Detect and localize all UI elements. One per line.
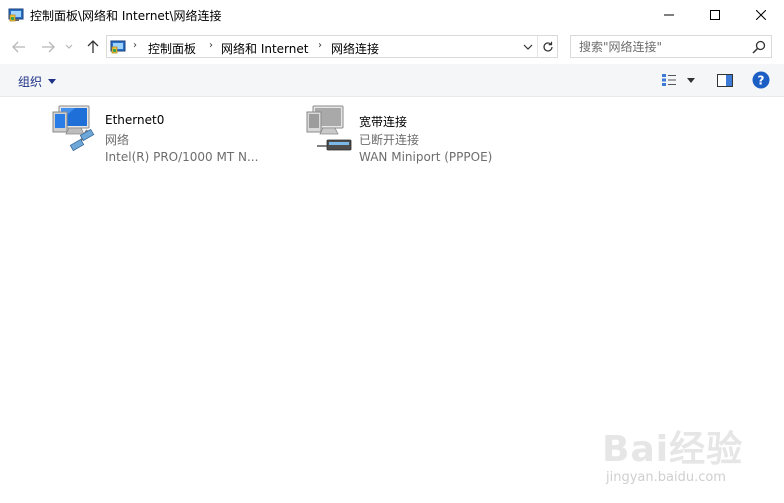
preview-pane-button[interactable] (714, 70, 736, 90)
broadband-adapter-icon (306, 105, 352, 151)
minimize-icon (664, 14, 674, 16)
window-title: 控制面板\网络和 Internet\网络连接 (30, 9, 222, 23)
close-button[interactable] (738, 0, 784, 30)
control-panel-icon (110, 40, 126, 54)
baidu-jingyan-watermark: Bai经验 jingyan.baidu.com (596, 412, 766, 490)
connection-item-broadband[interactable]: 宽带连接 已断开连接 WAN Miniport (PPPOE) (305, 104, 525, 164)
recent-locations-button[interactable] (62, 37, 76, 57)
breadcrumb-network-internet[interactable]: 网络和 Internet (221, 40, 308, 57)
caret-down-icon (48, 79, 57, 84)
search-input[interactable] (571, 36, 747, 57)
command-bar: 组织 ? (0, 64, 784, 97)
address-bar[interactable]: › 控制面板 › 网络和 Internet › 网络连接 (106, 35, 558, 58)
arrow-left-icon (12, 41, 25, 53)
view-options-dropdown[interactable] (684, 70, 698, 90)
connection-status: 已断开连接 (359, 133, 420, 147)
refresh-icon (542, 41, 553, 52)
network-connections-icon (8, 8, 24, 22)
title-bar: 控制面板\网络和 Internet\网络连接 (0, 0, 784, 30)
refresh-button[interactable] (537, 36, 557, 57)
connection-item-ethernet0[interactable]: Ethernet0 网络 Intel(R) PRO/1000 MT N... (51, 104, 271, 164)
chevron-down-icon (523, 44, 533, 50)
ethernet-adapter-icon (52, 105, 95, 152)
connection-status: 网络 (105, 133, 130, 147)
help-icon: ? (752, 71, 770, 89)
arrow-up-icon (87, 40, 99, 53)
up-button[interactable] (82, 37, 104, 57)
search-icon[interactable] (751, 39, 767, 55)
forward-button[interactable] (37, 37, 59, 57)
breadcrumb-control-panel[interactable]: 控制面板 (148, 40, 196, 57)
address-history-button[interactable] (519, 36, 537, 57)
connection-device: Intel(R) PRO/1000 MT N... (105, 150, 259, 164)
breadcrumb-network-connections[interactable]: 网络连接 (331, 40, 379, 57)
details-view-icon (662, 74, 676, 86)
arrow-right-icon (42, 41, 55, 53)
connection-name: Ethernet0 (105, 113, 165, 127)
minimize-button[interactable] (646, 0, 692, 30)
connection-device: WAN Miniport (PPPOE) (359, 150, 493, 164)
back-button[interactable] (8, 37, 30, 57)
organize-label: 组织 (18, 75, 43, 89)
breadcrumb-chevron-icon[interactable]: › (209, 40, 213, 51)
search-box[interactable] (570, 35, 772, 58)
breadcrumb-chevron-icon[interactable]: › (318, 40, 322, 51)
svg-text:?: ? (758, 74, 765, 88)
organize-menu-button[interactable]: 组织 (18, 73, 57, 90)
change-view-button[interactable] (660, 70, 678, 90)
help-button[interactable]: ? (750, 70, 772, 90)
watermark-url: jingyan.baidu.com (606, 470, 726, 485)
watermark-brand: Bai经验 (602, 429, 744, 470)
maximize-button[interactable] (692, 0, 738, 30)
breadcrumb-chevron-icon[interactable]: › (133, 40, 137, 51)
caret-down-icon (687, 77, 695, 83)
maximize-icon (710, 10, 720, 20)
close-icon (756, 10, 766, 20)
preview-pane-icon (717, 73, 733, 87)
connection-name: 宽带连接 (359, 115, 408, 129)
chevron-down-icon (65, 44, 73, 49)
